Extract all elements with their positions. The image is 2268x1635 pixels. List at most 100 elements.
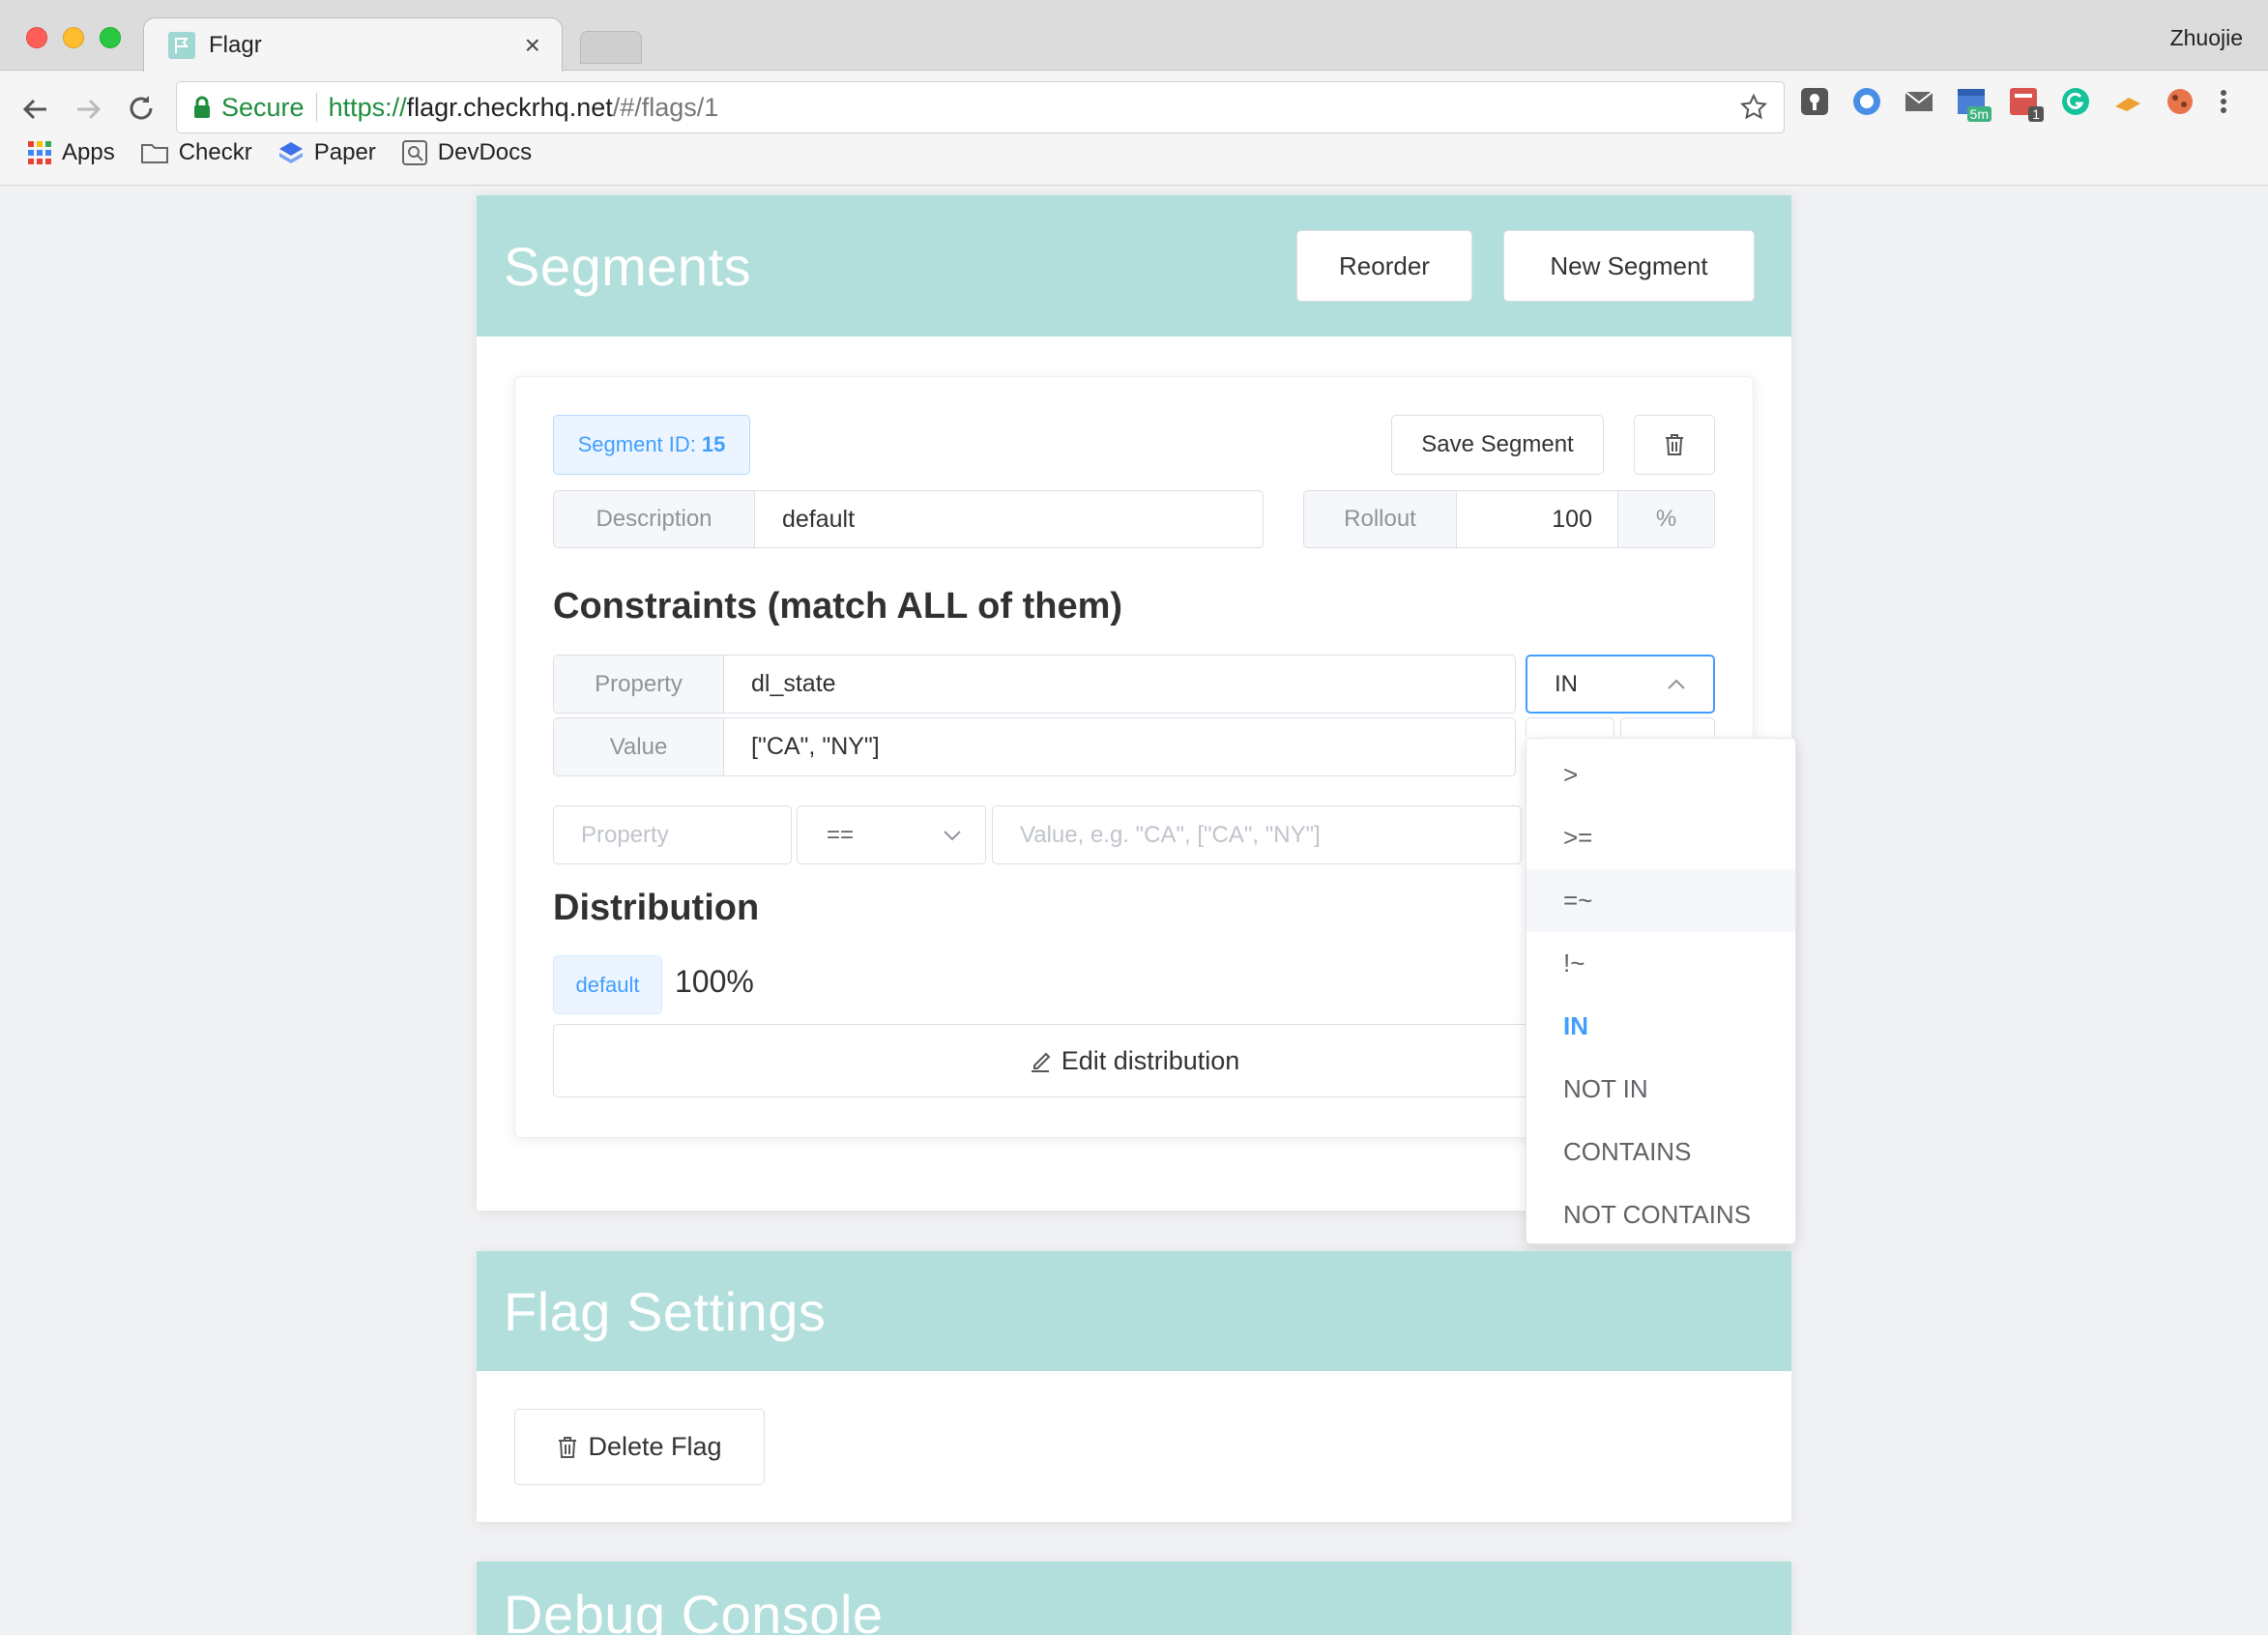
bookmark-apps[interactable]: Apps: [27, 139, 115, 166]
bookmark-label: DevDocs: [437, 139, 533, 165]
save-constraint-button[interactable]: [1526, 717, 1614, 737]
bookmark-checkr[interactable]: Checkr: [140, 139, 252, 166]
description-label: Description: [554, 491, 755, 547]
constraint-property-label: Property: [554, 656, 724, 713]
constraint-property-value[interactable]: dl_state: [724, 656, 863, 713]
address-divider: [315, 93, 317, 122]
bookmark-label: Apps: [62, 139, 115, 165]
browser-tab[interactable]: Flagr ×: [143, 17, 563, 72]
delete-flag-label: Delete Flag: [588, 1432, 722, 1461]
chevron-down-icon: [943, 830, 962, 841]
minimize-window-button[interactable]: [63, 27, 84, 48]
password-manager-icon[interactable]: [1798, 85, 1831, 118]
operator-option-not-contains[interactable]: NOT CONTAINS: [1527, 1183, 1795, 1246]
delete-flag-button[interactable]: Delete Flag: [514, 1409, 765, 1485]
tab-title: Flagr: [209, 31, 262, 58]
distribution-variant-tag: default: [553, 955, 662, 1014]
forward-icon[interactable]: [73, 95, 102, 124]
constraint-value-value[interactable]: ["CA", "NY"]: [724, 718, 907, 775]
circle-extension-icon[interactable]: [1850, 85, 1883, 118]
bookmark-label: Checkr: [178, 139, 252, 165]
url-host: flagr.checkrhq.net: [406, 92, 613, 122]
operator-option-gt[interactable]: >: [1527, 744, 1795, 806]
operator-option-regex-match[interactable]: =~: [1527, 869, 1795, 932]
browser-toolbar: Secure https:// flagr.checkrhq.net /#/fl…: [0, 72, 2268, 186]
todo-icon[interactable]: 1: [2007, 85, 2044, 122]
constraint-value-label: Value: [554, 718, 724, 775]
operator-option-not-in[interactable]: NOT IN: [1527, 1058, 1795, 1121]
new-tab-button[interactable]: [580, 31, 642, 64]
calendar-icon[interactable]: 5m: [1955, 85, 1992, 122]
operator-option-contains[interactable]: CONTAINS: [1527, 1121, 1795, 1183]
rollout-input[interactable]: 100: [1457, 491, 1617, 547]
constraint-operator-select[interactable]: IN: [1526, 655, 1715, 714]
profile-name[interactable]: Zhuojie: [2170, 25, 2243, 51]
save-segment-button[interactable]: Save Segment: [1391, 415, 1604, 475]
apps-grid-icon: [27, 140, 52, 165]
flag-settings-card: Flag Settings Delete Flag: [477, 1251, 1791, 1522]
segment-id-tag: Segment ID: 15: [553, 415, 750, 475]
constraints-title: Constraints (match ALL of them): [553, 586, 1123, 627]
new-constraint-operator-select[interactable]: ==: [797, 805, 986, 864]
trash-icon: [1664, 433, 1685, 456]
new-constraint-value-input[interactable]: Value, e.g. "CA", ["CA", "NY"]: [992, 805, 1522, 864]
new-constraint-property-input[interactable]: Property: [553, 805, 792, 864]
cookie-extension-icon[interactable]: [2164, 85, 2196, 118]
operator-dropdown-menu: > >= =~ !~ IN NOT IN CONTAINS NOT CONTAI…: [1526, 738, 1796, 1244]
edit-distribution-label: Edit distribution: [1061, 1045, 1240, 1075]
operator-option-regex-not-match[interactable]: !~: [1527, 932, 1795, 995]
back-icon[interactable]: [21, 95, 50, 124]
maximize-window-button[interactable]: [100, 27, 121, 48]
extensions-area: 5m 1: [1798, 85, 2231, 122]
operator-option-in[interactable]: IN: [1527, 995, 1795, 1058]
bookmark-star-icon[interactable]: [1739, 93, 1768, 122]
debug-console-title: Debug Console: [504, 1584, 884, 1635]
delete-segment-button[interactable]: [1634, 415, 1715, 475]
trash-icon: [557, 1436, 578, 1459]
distribution-title: Distribution: [553, 888, 760, 928]
todo-badge: 1: [2028, 106, 2044, 122]
folder-icon: [140, 141, 169, 164]
flag-favicon-icon: [168, 31, 195, 59]
new-segment-button[interactable]: New Segment: [1503, 230, 1755, 302]
segment-id-label: Segment ID:: [577, 432, 696, 456]
segment-id-value: 15: [701, 432, 726, 456]
reload-icon[interactable]: [126, 93, 157, 124]
url-scheme: https://: [328, 92, 407, 122]
tab-close-icon[interactable]: ×: [525, 30, 540, 61]
bookmark-devdocs[interactable]: DevDocs: [401, 139, 532, 166]
operator-option-gte[interactable]: >=: [1527, 806, 1795, 869]
address-bar[interactable]: Secure https:// flagr.checkrhq.net /#/fl…: [176, 81, 1785, 133]
grammarly-icon[interactable]: [2059, 85, 2092, 118]
lock-icon: [192, 96, 212, 119]
segments-title: Segments: [504, 235, 752, 297]
bookmarks-bar: Apps Checkr Paper DevDocs: [27, 139, 532, 166]
edit-icon: [1029, 1048, 1052, 1073]
reorder-button[interactable]: Reorder: [1296, 230, 1472, 302]
rollout-unit: %: [1617, 491, 1714, 547]
browser-menu-icon[interactable]: [2216, 85, 2231, 118]
calendar-badge: 5m: [1966, 106, 1992, 122]
bookmark-paper[interactable]: Paper: [277, 139, 376, 166]
secure-label: Secure: [221, 92, 305, 122]
constraint-property-field[interactable]: Property dl_state: [553, 655, 1516, 714]
orange-extension-icon[interactable]: [2111, 85, 2144, 118]
description-field[interactable]: Description default: [553, 490, 1264, 548]
operator-selected-value: IN: [1555, 670, 1578, 697]
new-operator-value: ==: [827, 821, 855, 848]
browser-tab-bar: Flagr × Zhuojie: [0, 0, 2268, 72]
rollout-label: Rollout: [1304, 491, 1457, 547]
devdocs-icon: [401, 139, 428, 166]
chevron-up-icon: [1667, 679, 1686, 690]
delete-constraint-button[interactable]: [1620, 717, 1715, 737]
rollout-field[interactable]: Rollout 100 %: [1303, 490, 1715, 548]
distribution-percent: 100%: [675, 964, 754, 999]
debug-console-card: Debug Console: [477, 1562, 1791, 1635]
description-value[interactable]: default: [755, 491, 882, 547]
flag-settings-title: Flag Settings: [504, 1280, 827, 1342]
close-window-button[interactable]: [26, 27, 47, 48]
flag-settings-header: Flag Settings: [477, 1251, 1791, 1371]
debug-console-header: Debug Console: [477, 1562, 1791, 1635]
mail-icon[interactable]: [1903, 85, 1935, 118]
constraint-value-field[interactable]: Value ["CA", "NY"]: [553, 717, 1516, 776]
